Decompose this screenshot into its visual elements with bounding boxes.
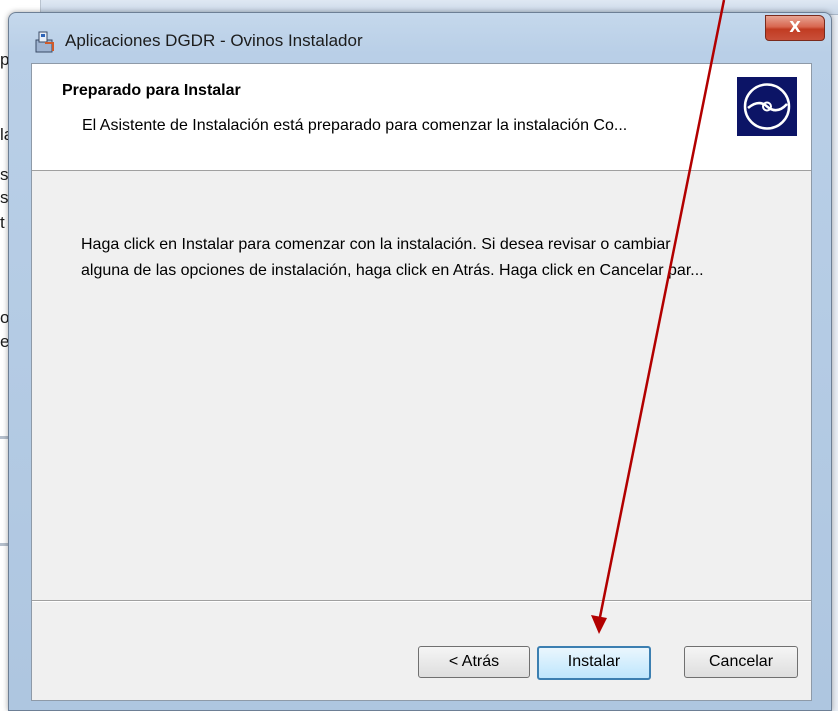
- annotation-arrow: [591, 0, 726, 634]
- annotation-arrow-line: [597, 0, 726, 623]
- annotation-arrow-head: [591, 615, 607, 634]
